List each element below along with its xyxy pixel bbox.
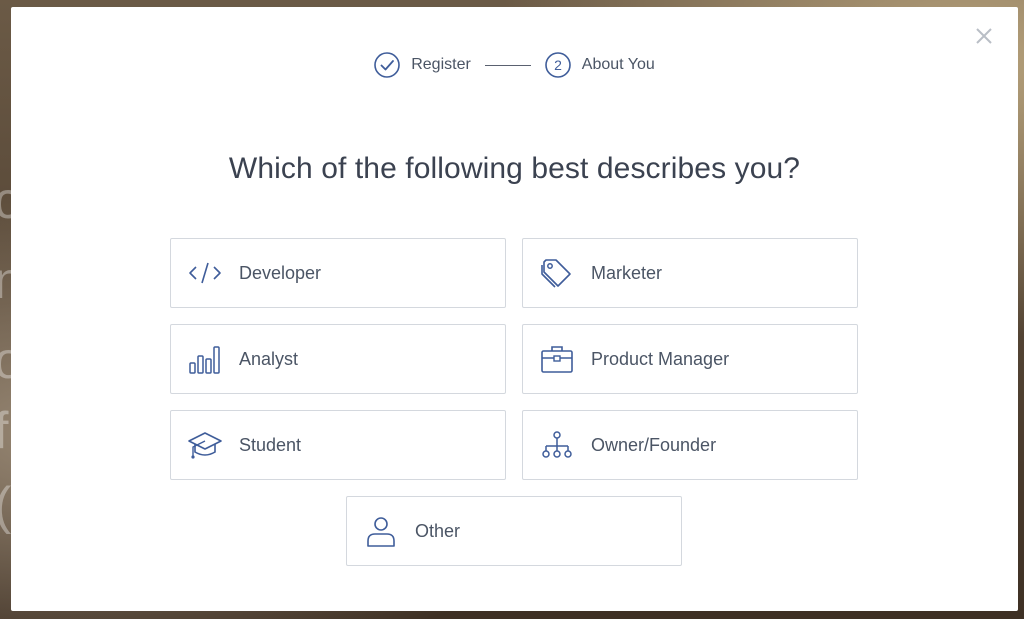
- option-label: Other: [415, 520, 461, 541]
- option-marketer[interactable]: Marketer: [522, 238, 858, 308]
- tag-icon: [539, 255, 575, 291]
- role-selection-modal: Register 2 About You Which of the follow…: [11, 7, 1018, 611]
- option-product-manager[interactable]: Product Manager: [522, 324, 858, 394]
- option-other[interactable]: Other: [346, 496, 682, 566]
- option-student[interactable]: Student: [170, 410, 506, 480]
- option-analyst[interactable]: Analyst: [170, 324, 506, 394]
- option-label: Marketer: [591, 262, 663, 283]
- org-chart-icon: [539, 427, 575, 463]
- option-label: Owner/Founder: [591, 434, 717, 455]
- backdrop-glyph: (: [0, 480, 11, 532]
- option-developer[interactable]: Developer: [170, 238, 506, 308]
- backdrop-glyph: f: [0, 402, 9, 460]
- option-label: Analyst: [239, 348, 299, 369]
- role-options: Developer Marketer Analyst Product Manag…: [11, 7, 1018, 611]
- option-owner-founder[interactable]: Owner/Founder: [522, 410, 858, 480]
- option-label: Developer: [239, 262, 322, 283]
- person-icon: [363, 513, 399, 549]
- option-label: Student: [239, 434, 302, 455]
- bar-chart-icon: [187, 341, 223, 377]
- code-icon: [187, 255, 223, 291]
- graduation-cap-icon: [187, 427, 223, 463]
- option-label: Product Manager: [591, 348, 730, 369]
- briefcase-icon: [539, 341, 575, 377]
